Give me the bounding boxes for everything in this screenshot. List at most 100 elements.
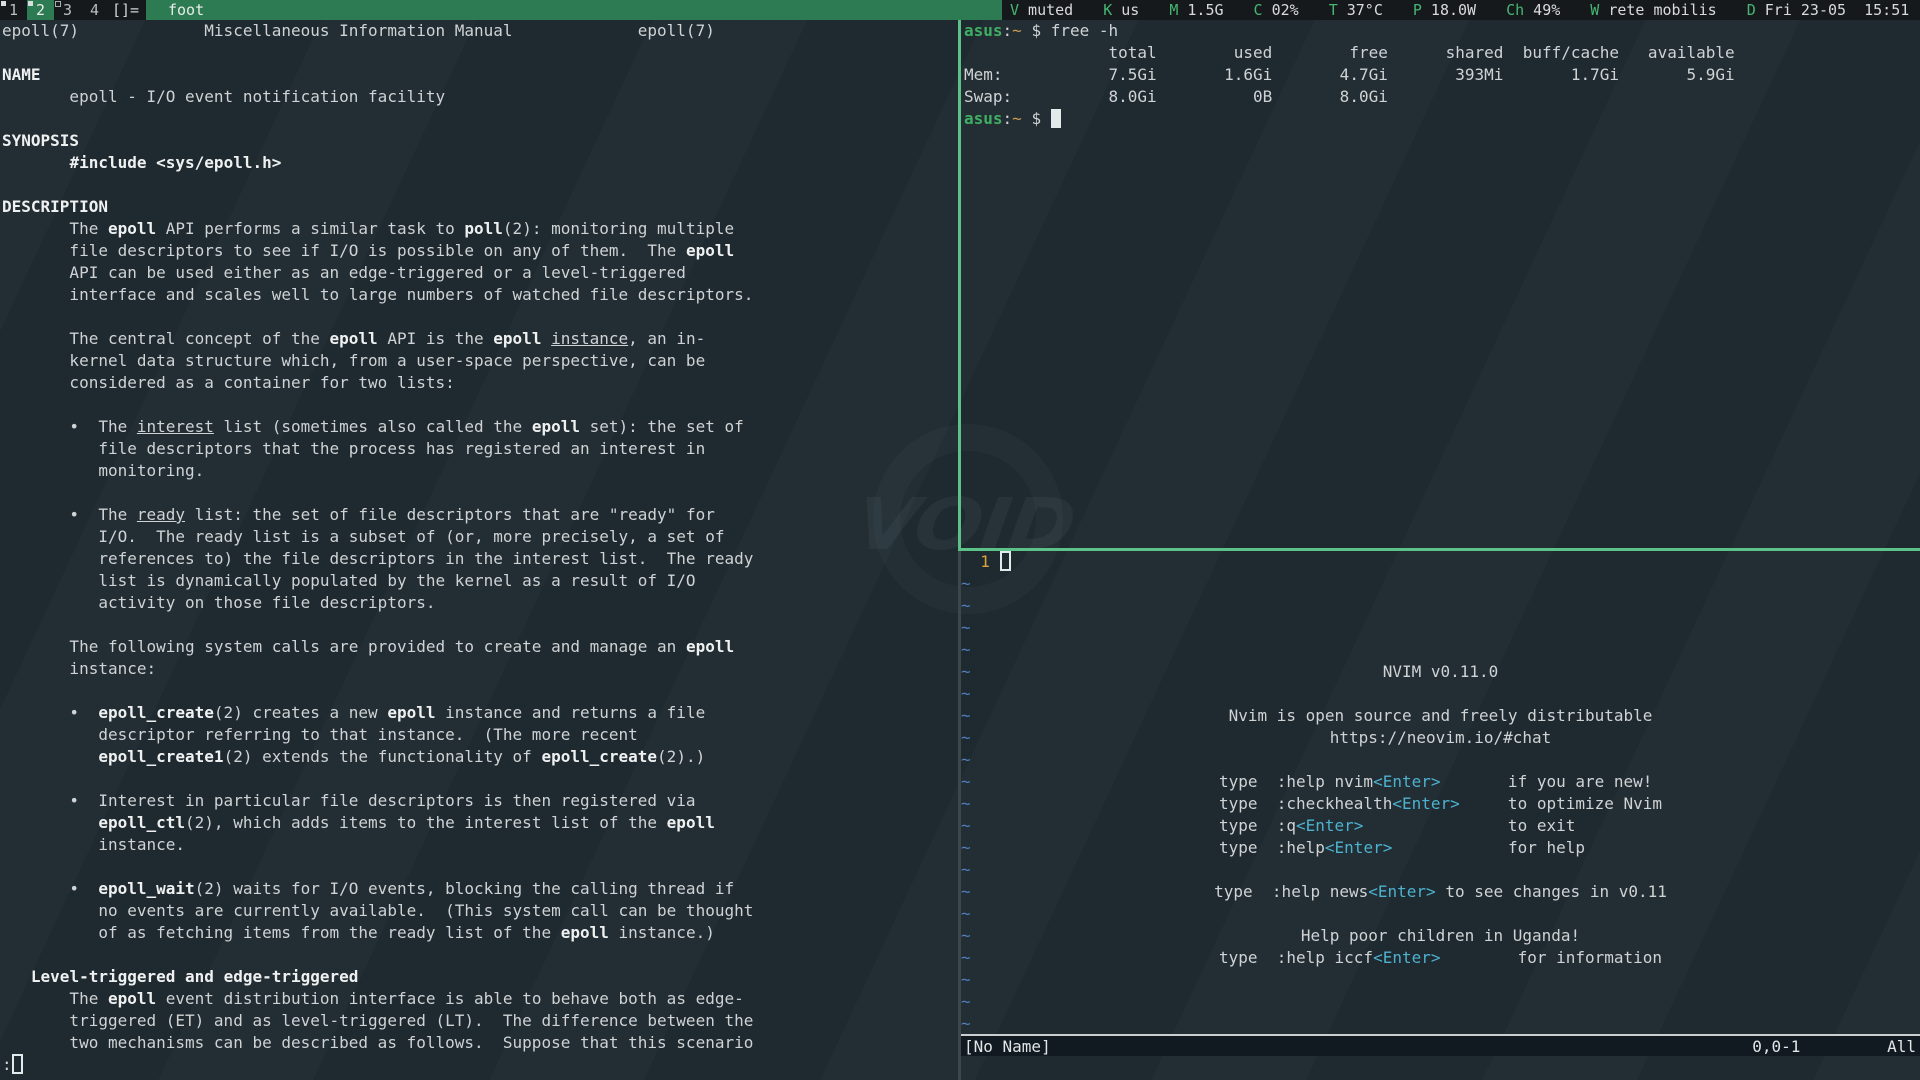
status-segments: V mutedK usM 1.5GC 02%T 37°CP 18.0WCh 49… (1002, 0, 1920, 20)
tag-occupied-indicator (55, 1, 61, 7)
nvim-line-1: 1 (961, 551, 1920, 573)
neovim-pane[interactable]: 1 ~~~~~~~~~~~~~~~~~~~~~ [No Name] 0,0-1 … (961, 551, 1920, 1080)
status-key: K (1103, 1, 1112, 19)
man-line: interface and scales well to large numbe… (2, 284, 958, 306)
man-line: • The interest list (sometimes also call… (2, 416, 958, 438)
nvim-empty-line-tilde: ~ (961, 595, 1920, 617)
tag-label: 3 (63, 1, 72, 19)
status-value: 18.0W (1422, 1, 1476, 19)
focused-window-title: foot (146, 0, 1002, 20)
status-w: W rete mobilis (1590, 0, 1716, 20)
man-line: NAME (2, 64, 958, 86)
status-v: V muted (1010, 0, 1073, 20)
man-line: references to) the file descriptors in t… (2, 548, 958, 570)
man-line (2, 306, 958, 328)
man-line: DESCRIPTION (2, 196, 958, 218)
man-line: file descriptors to see if I/O is possib… (2, 240, 958, 262)
dwm-status-bar: 1234 []= foot V mutedK usM 1.5GC 02%T 37… (0, 0, 1920, 20)
tag-2[interactable]: 2 (27, 0, 54, 20)
man-line: I/O. The ready list is a subset of (or, … (2, 526, 958, 548)
status-key: P (1413, 1, 1422, 19)
nvim-intro-line: https://neovim.io/#chat (961, 727, 1920, 749)
man-page-terminal-pane[interactable]: epoll(7) Miscellaneous Information Manua… (0, 20, 958, 1080)
terminal-line: Mem: 7.5Gi 1.6Gi 4.7Gi 393Mi 1.7Gi 5.9Gi (964, 64, 1920, 86)
terminal-line: asus:~ $ (964, 108, 1920, 130)
man-line: The epoll API performs a similar task to… (2, 218, 958, 240)
workspace-tags: 1234 (0, 0, 108, 20)
man-line: The following system calls are provided … (2, 636, 958, 658)
man-line: instance: (2, 658, 958, 680)
shell-terminal-pane[interactable]: asus:~ $ free -h total used free shared … (961, 20, 1920, 548)
nvim-empty-line-tilde: ~ (961, 573, 1920, 595)
nvim-intro-line: NVIM v0.11.0 (961, 661, 1920, 683)
man-line: epoll_create1(2) extends the functionali… (2, 746, 958, 768)
nvim-intro-line: Help poor children in Uganda! (961, 925, 1920, 947)
man-line (2, 768, 958, 790)
status-value: 49% (1524, 1, 1560, 19)
focused-window-border-vertical (958, 20, 961, 551)
man-line (2, 394, 958, 416)
man-line: #include <sys/epoll.h> (2, 152, 958, 174)
nvim-empty-line-tilde: ~ (961, 859, 1920, 881)
man-line (2, 108, 958, 130)
man-line (2, 856, 958, 878)
man-line: • Interest in particular file descriptor… (2, 790, 958, 812)
nvim-ruler: 0,0-1 All (1752, 1037, 1916, 1056)
status-ch: Ch 49% (1506, 0, 1560, 20)
nvim-file-name: [No Name] (964, 1037, 1051, 1056)
status-value: 02% (1263, 1, 1299, 19)
status-m: M 1.5G (1169, 0, 1223, 20)
nvim-empty-line-tilde: ~ (961, 991, 1920, 1013)
nvim-intro-line: type :checkhealth<Enter> to optimize Nvi… (961, 793, 1920, 815)
tag-label: 4 (90, 1, 99, 19)
tag-3[interactable]: 3 (54, 0, 81, 20)
man-line (2, 944, 958, 966)
nvim-empty-line-tilde: ~ (961, 617, 1920, 639)
nvim-empty-line-tilde: ~ (961, 683, 1920, 705)
man-line: epoll_ctl(2), which adds items to the in… (2, 812, 958, 834)
man-line (2, 482, 958, 504)
nvim-intro-line: type :help news<Enter> to see changes in… (961, 881, 1920, 903)
man-line: file descriptors that the process has re… (2, 438, 958, 460)
man-line (2, 174, 958, 196)
status-value: Fri 23-05 15:51 (1756, 1, 1910, 19)
nvim-intro-line: type :help iccf<Enter> for information (961, 947, 1920, 969)
man-line: activity on those file descriptors. (2, 592, 958, 614)
man-line: API can be used either as an edge-trigge… (2, 262, 958, 284)
man-line: The central concept of the epoll API is … (2, 328, 958, 350)
tag-1[interactable]: 1 (0, 0, 27, 20)
man-line: • The ready list: the set of file descri… (2, 504, 958, 526)
man-line: kernel data structure which, from a user… (2, 350, 958, 372)
nvim-intro-line: type :q<Enter> to exit (961, 815, 1920, 837)
man-line: two mechanisms can be described as follo… (2, 1032, 958, 1054)
layout-symbol[interactable]: []= (108, 0, 144, 20)
terminal-line: asus:~ $ free -h (964, 20, 1920, 42)
man-line: Level-triggered and edge-triggered (2, 966, 958, 988)
status-value: muted (1019, 1, 1073, 19)
man-line: • epoll_create(2) creates a new epoll in… (2, 702, 958, 724)
status-key: C (1254, 1, 1263, 19)
pager-prompt-line: : (2, 1054, 958, 1076)
man-line: considered as a container for two lists: (2, 372, 958, 394)
man-line: no events are currently available. (This… (2, 900, 958, 922)
nvim-empty-line-tilde: ~ (961, 749, 1920, 771)
man-line: epoll(7) Miscellaneous Information Manua… (2, 20, 958, 42)
man-line: epoll - I/O event notification facility (2, 86, 958, 108)
status-value: 1.5G (1178, 1, 1223, 19)
status-key: Ch (1506, 1, 1524, 19)
man-line: descriptor referring to that instance. (… (2, 724, 958, 746)
man-line: monitoring. (2, 460, 958, 482)
terminal-line: total used free shared buff/cache availa… (964, 42, 1920, 64)
nvim-intro-line: type :help nvim<Enter> if you are new! (961, 771, 1920, 793)
tag-4[interactable]: 4 (81, 0, 108, 20)
status-key: W (1590, 1, 1599, 19)
status-key: D (1747, 1, 1756, 19)
nvim-intro-line: type :help<Enter> for help (961, 837, 1920, 859)
man-line (2, 680, 958, 702)
tag-label: 2 (36, 1, 45, 19)
pager-cursor (12, 1054, 23, 1074)
nvim-empty-line-tilde: ~ (961, 969, 1920, 991)
man-line (2, 42, 958, 64)
nvim-intro-line: Nvim is open source and freely distribut… (961, 705, 1920, 727)
status-c: C 02% (1254, 0, 1299, 20)
